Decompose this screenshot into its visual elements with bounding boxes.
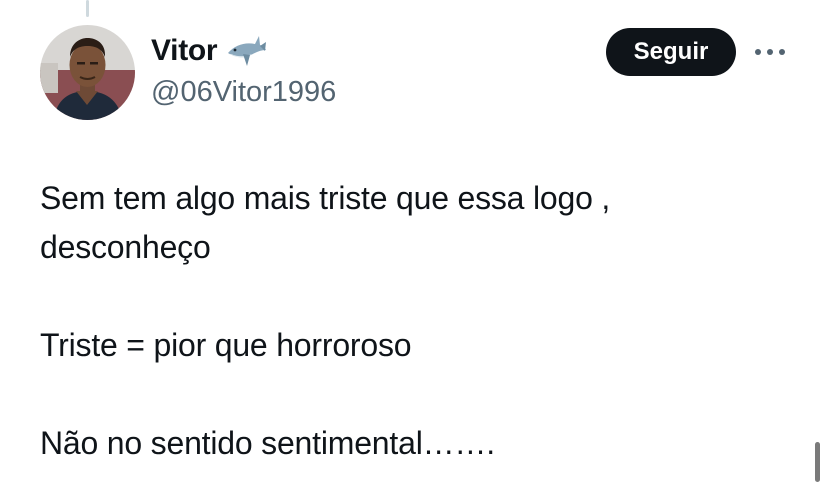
tweet-line: Não no sentido sentimental……. xyxy=(40,425,495,461)
author-handle[interactable]: @06Vitor1996 xyxy=(151,74,336,110)
more-horizontal-icon xyxy=(755,49,785,55)
avatar[interactable] xyxy=(40,25,135,120)
author-name-row: Vitor xyxy=(151,33,267,69)
tweet-text: Sem tem algo mais triste que essa logo ,… xyxy=(40,174,800,468)
tweet-line: Triste = pior que horroroso xyxy=(40,327,412,363)
follow-button[interactable]: Seguir xyxy=(606,28,736,76)
tweet-line: Sem tem algo mais triste que essa logo , xyxy=(40,180,611,216)
tweet-line: desconheço xyxy=(40,229,211,265)
more-options-button[interactable] xyxy=(752,38,788,66)
scrollbar-thumb[interactable] xyxy=(815,442,820,482)
author-display-name[interactable]: Vitor xyxy=(151,33,218,69)
thread-connector-line xyxy=(86,0,89,17)
shark-emoji-icon xyxy=(225,33,267,69)
